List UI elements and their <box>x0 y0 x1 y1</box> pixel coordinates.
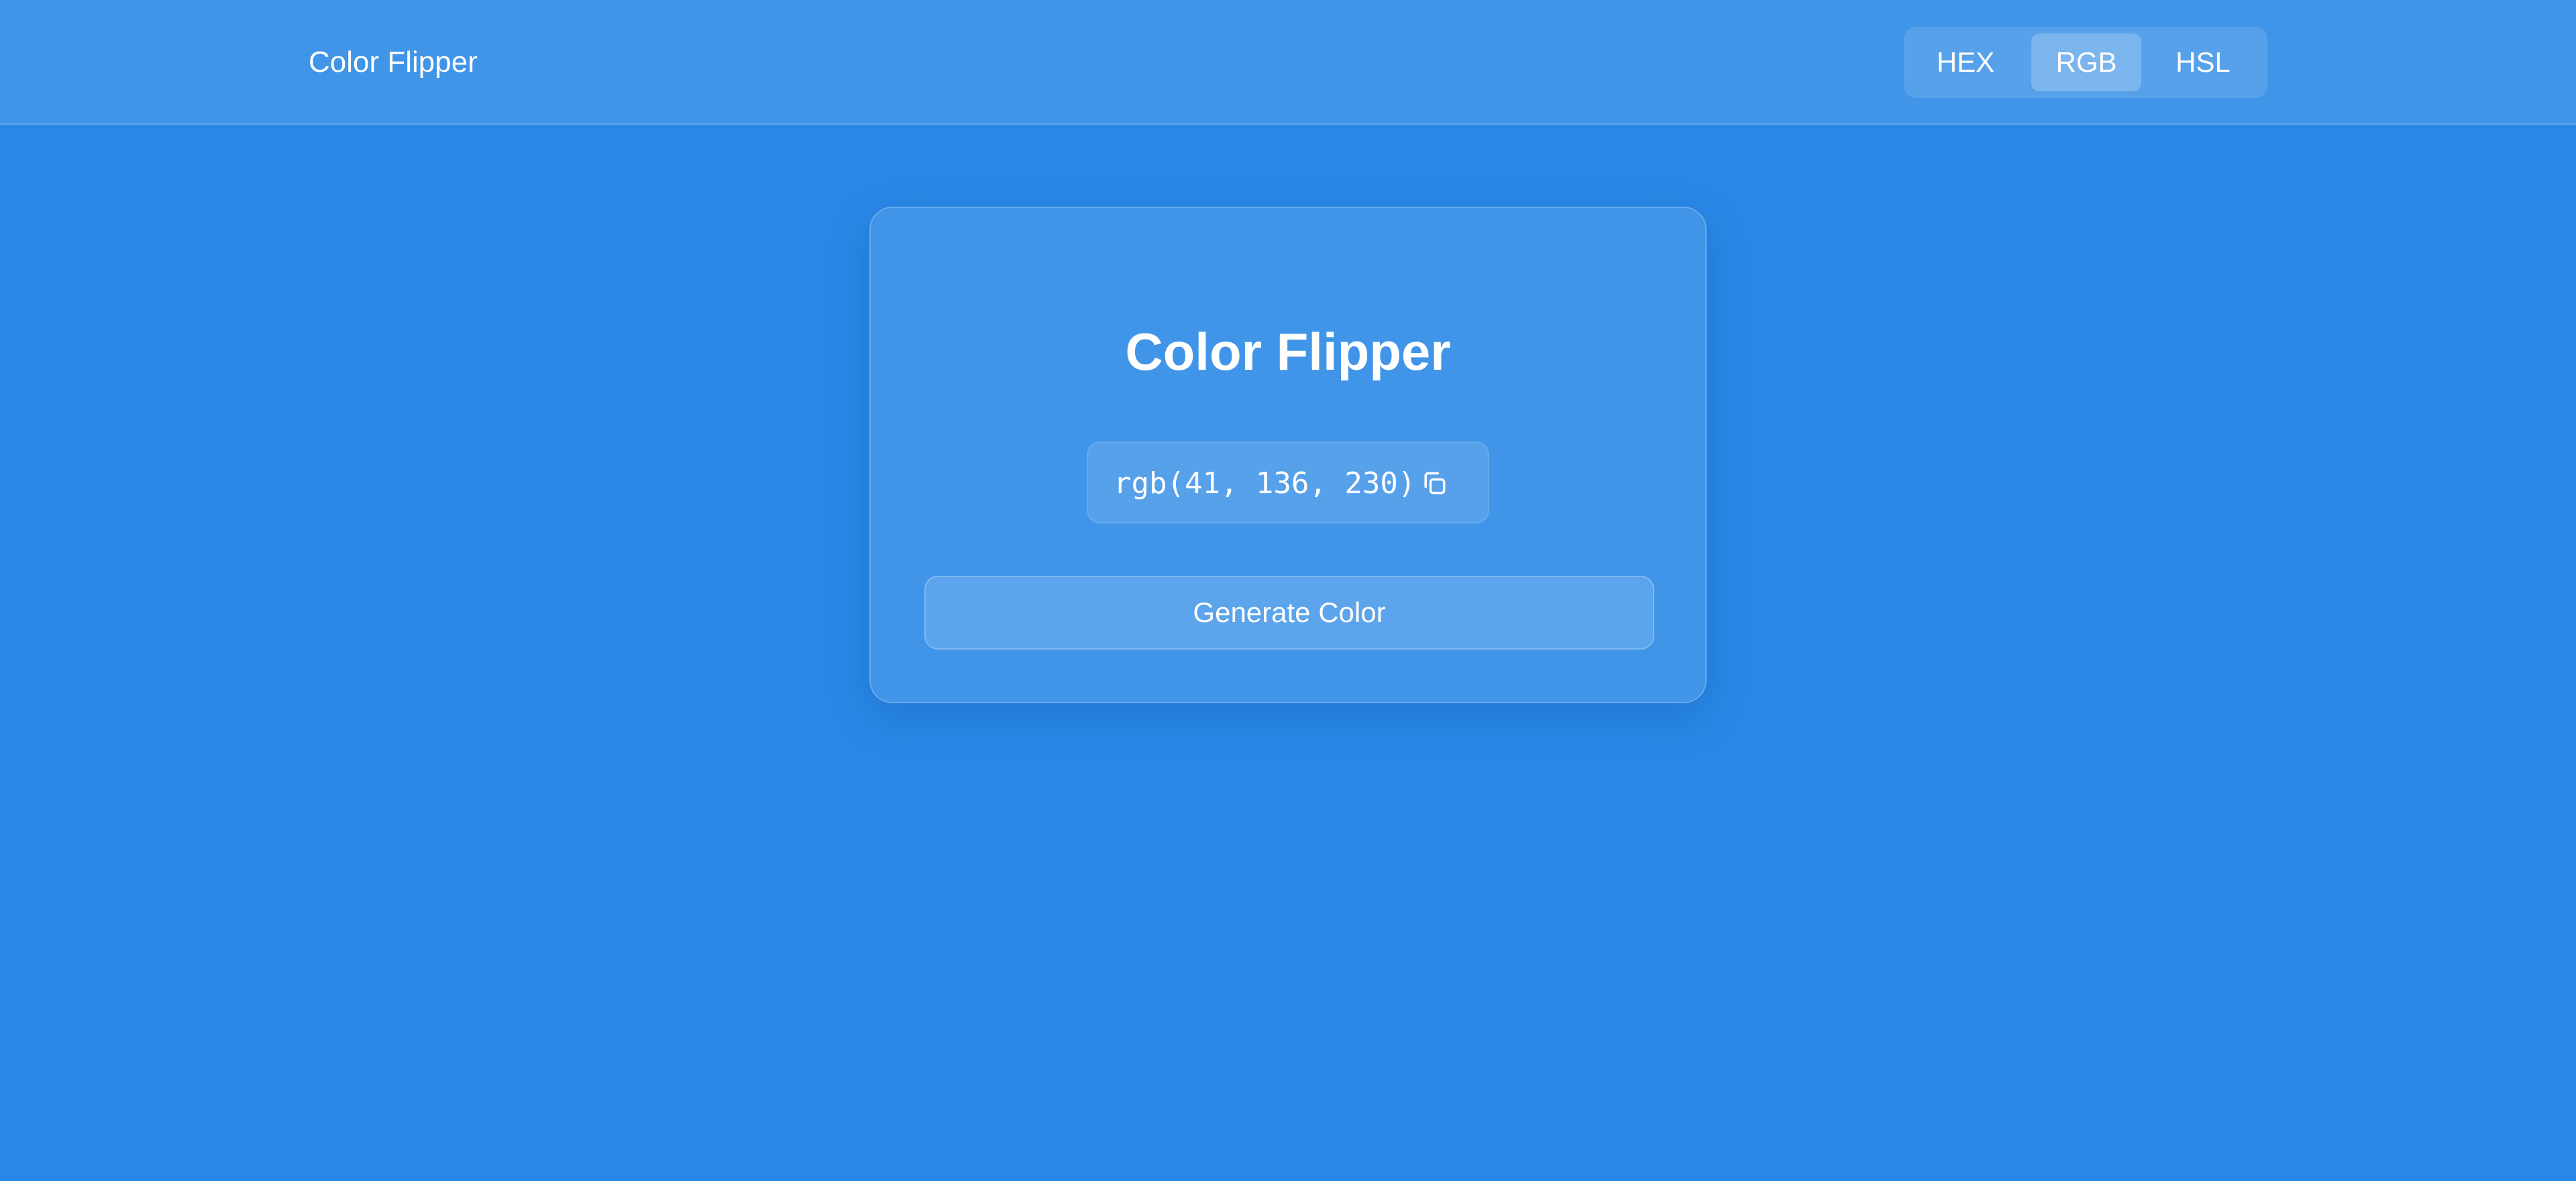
format-hex-button[interactable]: HEX <box>1917 34 2014 91</box>
color-value-text: rgb(41, 136, 230) <box>1114 466 1416 501</box>
format-rgb-button[interactable]: RGB <box>2031 34 2141 91</box>
format-toggle: HEX RGB HSL <box>1904 27 2267 98</box>
copy-icon[interactable] <box>1419 468 1449 498</box>
color-value-box: rgb(41, 136, 230) <box>1087 442 1489 523</box>
top-navbar: Color Flipper HEX RGB HSL <box>0 0 2576 125</box>
color-card: Color Flipper rgb(41, 136, 230) Generate… <box>869 207 1707 703</box>
format-hsl-button[interactable]: HSL <box>2152 34 2254 91</box>
page-title: Color Flipper <box>1125 322 1451 382</box>
generate-color-button[interactable]: Generate Color <box>924 576 1654 650</box>
app-brand: Color Flipper <box>309 46 478 79</box>
